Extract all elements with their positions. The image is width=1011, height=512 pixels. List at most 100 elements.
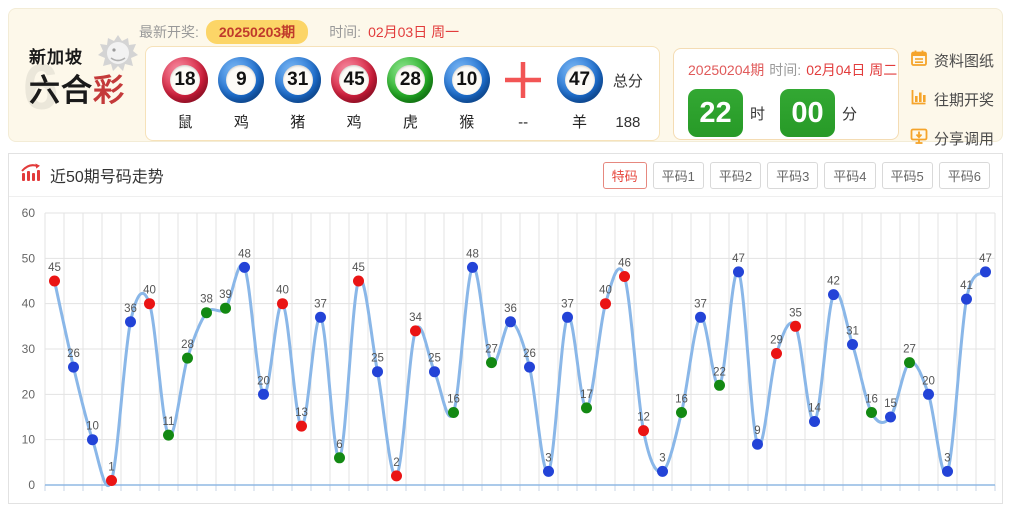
ball-col: 28 虎 bbox=[387, 57, 434, 132]
zodiac-label: 猴 bbox=[459, 114, 475, 131]
trend-title-wrap: 近50期号码走势 bbox=[21, 163, 164, 187]
trend-card: 近50期号码走势 特码 平码1 平码2 平码3 平码4 平码5 平码6 0 10 2… bbox=[8, 153, 1003, 504]
link-share-embed[interactable]: 分享调用 bbox=[910, 127, 994, 149]
trend-line-chart: 010203040506045261013640112838 3948204013… bbox=[22, 206, 996, 492]
latest-draw-row: 最新开奖: 20250203期 时间: 02月03日 周一 bbox=[139, 20, 459, 44]
link-past-draws[interactable]: 往期开奖 bbox=[910, 88, 994, 110]
ball-col: 10 猴 bbox=[443, 57, 490, 132]
link-label: 往期开奖 bbox=[934, 91, 995, 109]
minutes-block: 00 bbox=[780, 89, 836, 137]
hours-unit: 时 bbox=[750, 105, 766, 123]
svg-text:47: 47 bbox=[979, 253, 992, 265]
svg-text:48: 48 bbox=[466, 248, 479, 260]
tab-normal-6[interactable]: 平码6 bbox=[938, 161, 990, 189]
svg-text:25: 25 bbox=[371, 353, 384, 365]
svg-text:11: 11 bbox=[163, 416, 175, 428]
merlion-icon bbox=[97, 33, 139, 78]
hours-block: 22 bbox=[688, 89, 743, 137]
trend-title: 近50期号码走势 bbox=[50, 169, 164, 186]
svg-text:28: 28 bbox=[181, 339, 194, 351]
quick-links: 资料图纸 往期开奖 分享调用 bbox=[910, 49, 994, 149]
period-badge: 20250203期 bbox=[205, 20, 309, 44]
svg-text:0: 0 bbox=[28, 478, 35, 492]
countdown-panel: 20250204期 时间: 02月04日 周二 22 时 00 分 bbox=[673, 48, 899, 140]
svg-text:42: 42 bbox=[827, 276, 840, 288]
lottery-ball: 31 bbox=[274, 57, 321, 103]
zodiac-label: 鸡 bbox=[233, 114, 249, 131]
lottery-ball: 28 bbox=[387, 57, 434, 103]
link-label: 分享调用 bbox=[934, 130, 995, 148]
zodiac-label: 鸡 bbox=[346, 114, 362, 131]
svg-text:20: 20 bbox=[922, 375, 935, 387]
zodiac-label: 鼠 bbox=[177, 114, 193, 131]
latest-label: 最新开奖: bbox=[139, 24, 199, 40]
ball-col: 9 鸡 bbox=[218, 57, 265, 132]
svg-text:41: 41 bbox=[960, 280, 973, 292]
svg-text:40: 40 bbox=[143, 285, 156, 297]
svg-text:25: 25 bbox=[428, 353, 441, 365]
tab-normal-3[interactable]: 平码3 bbox=[767, 161, 819, 189]
svg-text:46: 46 bbox=[618, 258, 631, 270]
tab-normal-1[interactable]: 平码1 bbox=[652, 161, 704, 189]
svg-text:2: 2 bbox=[393, 457, 399, 469]
svg-text:29: 29 bbox=[770, 335, 783, 347]
tab-special-number[interactable]: 特码 bbox=[602, 161, 647, 189]
trend-tabs: 特码 平码1 平码2 平码3 平码4 平码5 平码6 bbox=[602, 161, 990, 189]
svg-text:31: 31 bbox=[846, 326, 859, 338]
lottery-ball: 10 bbox=[443, 57, 490, 103]
svg-text:27: 27 bbox=[903, 344, 916, 356]
svg-text:13: 13 bbox=[295, 407, 308, 419]
ball-col: 18 鼠 bbox=[162, 57, 208, 132]
svg-text:45: 45 bbox=[48, 262, 61, 274]
svg-text:34: 34 bbox=[409, 312, 422, 324]
zodiac-label: 羊 bbox=[572, 114, 588, 131]
svg-text:35: 35 bbox=[789, 307, 802, 319]
svg-text:37: 37 bbox=[314, 298, 327, 310]
lottery-ball: 47 bbox=[556, 57, 603, 103]
site-logo: 6 新加坡 六合彩 bbox=[21, 35, 141, 133]
svg-text:12: 12 bbox=[637, 412, 650, 424]
link-label: 资料图纸 bbox=[934, 52, 995, 70]
header-card: 最新开奖: 20250203期 时间: 02月03日 周一 6 新加坡 六合彩 … bbox=[8, 8, 1003, 148]
svg-text:6: 6 bbox=[336, 439, 342, 451]
trend-header: 近50期号码走势 特码 平码1 平码2 平码3 平码4 平码5 平码6 bbox=[9, 154, 1002, 197]
tab-normal-2[interactable]: 平码2 bbox=[709, 161, 762, 189]
svg-text:10: 10 bbox=[22, 433, 36, 447]
svg-text:16: 16 bbox=[447, 394, 460, 406]
svg-text:47: 47 bbox=[732, 253, 745, 265]
svg-text:37: 37 bbox=[561, 298, 574, 310]
draw-result-panel: 18 鼠 9 鸡 31 猪 45 鸡 28 虎 10 猴 -- 47 羊 总分 … bbox=[145, 46, 660, 141]
link-data-charts[interactable]: 资料图纸 bbox=[910, 49, 994, 71]
svg-text:30: 30 bbox=[22, 342, 36, 356]
next-period: 20250204期 bbox=[688, 62, 765, 78]
svg-text:38: 38 bbox=[200, 294, 213, 306]
tab-normal-4[interactable]: 平码4 bbox=[824, 161, 876, 189]
lottery-ball: 9 bbox=[218, 57, 265, 103]
svg-text:14: 14 bbox=[808, 403, 821, 415]
svg-text:15: 15 bbox=[884, 398, 897, 410]
countdown-timer: 22 时 00 分 bbox=[688, 89, 884, 137]
total-label: 总分 bbox=[612, 72, 643, 90]
svg-text:36: 36 bbox=[504, 303, 517, 315]
total-value: 188 bbox=[615, 114, 641, 131]
svg-text:16: 16 bbox=[865, 394, 878, 406]
zodiac-label: 虎 bbox=[402, 114, 418, 131]
trend-icon bbox=[21, 163, 43, 187]
svg-text:45: 45 bbox=[352, 262, 365, 274]
svg-text:26: 26 bbox=[523, 348, 536, 360]
share-icon bbox=[910, 127, 928, 149]
tab-normal-5[interactable]: 平码5 bbox=[881, 161, 933, 189]
svg-text:40: 40 bbox=[599, 285, 612, 297]
countdown-time-label: 时间: bbox=[769, 62, 802, 78]
svg-text:22: 22 bbox=[713, 366, 726, 378]
time-label: 时间: bbox=[329, 24, 362, 40]
notepad-icon bbox=[910, 49, 928, 71]
svg-text:20: 20 bbox=[257, 375, 270, 387]
zodiac-label: 猪 bbox=[290, 114, 306, 131]
plus-col: -- bbox=[500, 57, 546, 132]
svg-text:10: 10 bbox=[86, 421, 99, 433]
total-score: 总分 188 bbox=[613, 57, 643, 132]
svg-text:39: 39 bbox=[219, 289, 232, 301]
svg-text:17: 17 bbox=[580, 389, 593, 401]
countdown-header: 20250204期 时间: 02月04日 周二 bbox=[688, 60, 897, 80]
